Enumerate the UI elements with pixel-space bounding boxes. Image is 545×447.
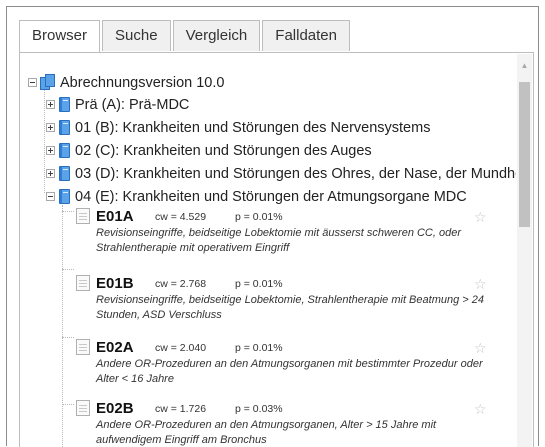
document-icon	[76, 339, 90, 355]
book-icon	[59, 166, 70, 181]
book-icon	[59, 143, 70, 158]
drg-leaf-item[interactable]: E01B cw = 2.768 p = 0.01% ☆ Revisionsein…	[20, 275, 500, 333]
probability: p = 0.01%	[235, 342, 283, 354]
books-icon	[40, 74, 57, 90]
tab-suche[interactable]: Suche	[102, 20, 171, 51]
drg-code: E02A	[96, 339, 134, 356]
drg-leaf-item[interactable]: E02A cw = 2.040 p = 0.01% ☆ Andere OR-Pr…	[20, 339, 500, 397]
probability: p = 0.01%	[235, 278, 283, 290]
drg-leaf-item[interactable]: E01A cw = 4.529 p = 0.01% ☆ Revisionsein…	[20, 208, 500, 266]
tree-connector	[44, 83, 45, 193]
tree-chapter-label: Prä (A): Prä-MDC	[75, 97, 190, 113]
probability: p = 0.03%	[235, 403, 283, 415]
tab-bar: Browser Suche Vergleich Falldaten	[19, 20, 352, 52]
drg-leaf-item[interactable]: E02B cw = 1.726 p = 0.03% ☆ Andere OR-Pr…	[20, 400, 500, 447]
tree-panel: Abrechnungsversion 10.0 Prä (A): Prä-MDC…	[19, 52, 534, 447]
drg-description: Andere OR-Prozeduren an den Atmungsorgan…	[96, 419, 437, 446]
vertical-scrollbar[interactable]: ▲	[517, 54, 532, 447]
expand-toggle-icon[interactable]	[46, 123, 55, 132]
collapse-toggle-icon[interactable]	[28, 78, 37, 87]
probability: p = 0.01%	[235, 211, 283, 223]
drg-description: Andere OR-Prozeduren an den Atmungsorgan…	[96, 358, 483, 385]
document-icon	[76, 275, 90, 291]
tree-chapter-label: 01 (B): Krankheiten und Störungen des Ne…	[75, 120, 431, 136]
star-icon[interactable]: ☆	[474, 208, 487, 226]
book-icon	[59, 120, 70, 135]
tree-connector	[62, 337, 74, 338]
star-icon[interactable]: ☆	[474, 400, 487, 418]
collapse-toggle-icon[interactable]	[46, 192, 55, 201]
tree-connector	[62, 269, 74, 270]
tree-chapter-label: 04 (E): Krankheiten und Störungen der At…	[75, 189, 467, 205]
tab-falldaten[interactable]: Falldaten	[262, 20, 350, 51]
drg-description: Revisionseingriffe, beidseitige Lobektom…	[96, 227, 462, 254]
drg-code: E01B	[96, 275, 134, 292]
drg-tree: Abrechnungsversion 10.0 Prä (A): Prä-MDC…	[20, 53, 516, 447]
expand-toggle-icon[interactable]	[46, 100, 55, 109]
tab-browser[interactable]: Browser	[19, 20, 101, 52]
star-icon[interactable]: ☆	[474, 275, 487, 293]
book-icon	[59, 97, 70, 112]
scrollbar-thumb[interactable]	[519, 82, 530, 227]
book-icon	[59, 189, 70, 204]
tree-chapter-label: 03 (D): Krankheiten und Störungen des Oh…	[75, 166, 516, 182]
expand-toggle-icon[interactable]	[46, 169, 55, 178]
drg-code: E02B	[96, 400, 134, 417]
star-icon[interactable]: ☆	[474, 339, 487, 357]
tab-vergleich[interactable]: Vergleich	[172, 20, 261, 51]
cost-weight: cw = 1.726	[155, 403, 207, 415]
drg-description: Revisionseingriffe, beidseitige Lobektom…	[96, 294, 484, 321]
cost-weight: cw = 2.040	[155, 342, 207, 354]
drg-code: E01A	[96, 208, 134, 225]
tree-root-label: Abrechnungsversion 10.0	[60, 75, 225, 91]
document-icon	[76, 208, 90, 224]
tree-chapter-label: 02 (C): Krankheiten und Störungen des Au…	[75, 143, 372, 159]
cost-weight: cw = 4.529	[155, 211, 207, 223]
scroll-up-icon[interactable]: ▲	[517, 58, 532, 73]
expand-toggle-icon[interactable]	[46, 146, 55, 155]
browser-panel-frame: Browser Suche Vergleich Falldaten Abrech…	[6, 6, 539, 447]
document-icon	[76, 400, 90, 416]
cost-weight: cw = 2.768	[155, 278, 207, 290]
